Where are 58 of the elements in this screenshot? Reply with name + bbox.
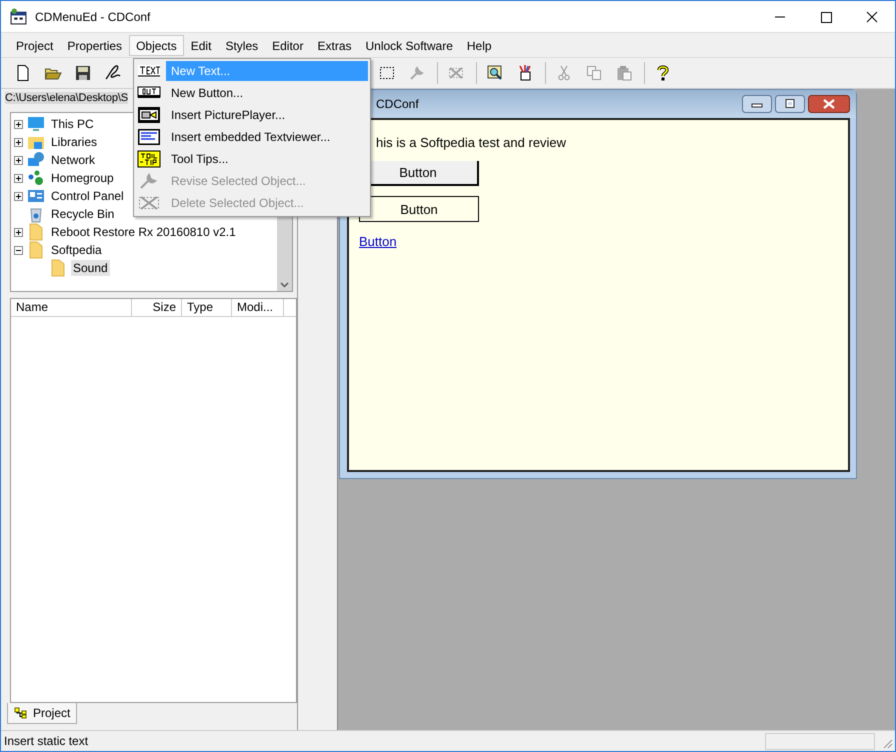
- project-tab[interactable]: Project: [7, 703, 78, 724]
- monitor-icon: [27, 115, 45, 133]
- tree-item[interactable]: Reboot Restore Rx 20160810 v2.1: [49, 224, 238, 240]
- window-title: CDMenuEd - CDConf: [35, 10, 150, 24]
- network-icon: [27, 151, 45, 169]
- menu-item[interactable]: Insert embedded Textviewer...: [166, 127, 368, 147]
- expand-icon[interactable]: [14, 120, 23, 128]
- menu-item[interactable]: Insert PicturePlayer...: [166, 105, 368, 125]
- column-header[interactable]: Modi...: [232, 299, 284, 316]
- text-viewer-icon: [137, 128, 161, 146]
- menu-item[interactable]: Unlock Software: [358, 34, 460, 56]
- tree-item[interactable]: Sound: [71, 260, 110, 276]
- tree-item[interactable]: Control Panel: [49, 188, 126, 204]
- document-title: CDConf: [376, 97, 419, 111]
- folder-icon: [27, 241, 45, 259]
- preview-link[interactable]: Button: [359, 234, 397, 249]
- homegroup-icon: [27, 169, 45, 187]
- tree-item[interactable]: Softpedia: [49, 242, 104, 258]
- collapse-icon[interactable]: [14, 246, 23, 254]
- delete-icon: [137, 194, 161, 212]
- app-icon: [10, 8, 27, 25]
- folder-icon: [27, 223, 45, 241]
- menu-item[interactable]: Objects: [129, 34, 184, 56]
- tree-item[interactable]: Homegroup: [49, 170, 116, 186]
- expand-icon[interactable]: [14, 192, 23, 200]
- column-header[interactable]: Name: [11, 299, 132, 316]
- menu-item[interactable]: Editor: [265, 34, 310, 56]
- expand-icon[interactable]: [14, 138, 23, 146]
- menu-item[interactable]: Help: [460, 34, 499, 56]
- folder-icon: [49, 259, 67, 277]
- control-panel-icon: [27, 187, 45, 205]
- status-text: Insert static text: [4, 734, 88, 748]
- tree-item[interactable]: Recycle Bin: [49, 206, 116, 222]
- film-icon: [137, 106, 161, 124]
- tree-structure-icon: [14, 707, 28, 719]
- preview-button[interactable]: Button: [359, 196, 479, 222]
- menu-item[interactable]: Extras: [310, 34, 358, 56]
- expand-icon[interactable]: [14, 156, 23, 164]
- close-icon[interactable]: [808, 95, 850, 113]
- minimize-icon[interactable]: [742, 95, 772, 113]
- menu-item[interactable]: Properties: [60, 34, 130, 56]
- menu-item[interactable]: Styles: [218, 34, 266, 56]
- tooltip-icon: [137, 150, 161, 168]
- resize-grip-icon[interactable]: [881, 737, 893, 749]
- scroll-down-icon[interactable]: [280, 282, 289, 288]
- expand-icon[interactable]: [14, 174, 23, 182]
- menu-item[interactable]: Edit: [184, 34, 218, 56]
- tree-item[interactable]: Libraries: [49, 134, 100, 150]
- column-header[interactable]: Type: [182, 299, 232, 316]
- path-text: C:\Users\elena\Desktop\S: [5, 92, 128, 104]
- expand-icon[interactable]: [14, 228, 23, 236]
- menu-item[interactable]: New Button...: [166, 83, 368, 103]
- column-header[interactable]: Size: [132, 299, 182, 316]
- tree-item[interactable]: Network: [49, 152, 98, 168]
- tree-item[interactable]: This PC: [49, 116, 96, 132]
- static-text: his is a Softpedia test and review: [376, 135, 566, 150]
- menu-item[interactable]: Project: [9, 34, 60, 56]
- restore-icon[interactable]: [775, 95, 805, 113]
